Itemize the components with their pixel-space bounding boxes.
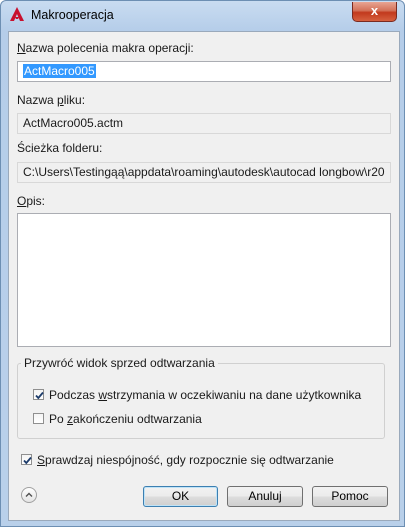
close-icon: x xyxy=(370,3,379,18)
file-name-value: ActMacro005.actm xyxy=(23,116,124,130)
file-name-field: ActMacro005.actm xyxy=(17,113,391,134)
title-bar[interactable]: Makrooperacja x xyxy=(1,1,404,31)
pause-restore-checkbox[interactable] xyxy=(33,389,44,400)
description-label: Opis: xyxy=(17,194,46,208)
command-name-label: Nazwa polecenia makra operacji: xyxy=(17,41,194,55)
cancel-button[interactable]: Anuluj xyxy=(227,486,303,507)
end-restore-checkbox[interactable] xyxy=(33,413,44,424)
check-inconsistency-label[interactable]: Sprawdzaj niespójność, gdy rozpocznie si… xyxy=(37,453,334,467)
autocad-logo-icon xyxy=(9,6,25,22)
pause-restore-label[interactable]: Podczas wstrzymania w oczekiwaniu na dan… xyxy=(49,388,361,402)
dialog-body: Nazwa polecenia makra operacji: ActMacro… xyxy=(8,31,400,521)
description-textarea[interactable] xyxy=(17,213,391,347)
ok-button[interactable]: OK xyxy=(143,486,218,507)
command-name-value: ActMacro005 xyxy=(23,64,96,78)
chevron-up-icon xyxy=(25,492,33,497)
end-restore-label[interactable]: Po zakończeniu odtwarzania xyxy=(49,412,202,426)
folder-path-value: C:\Users\Testingąą\appdata\roaming\autod… xyxy=(23,165,385,179)
restore-view-group-title: Przywróć widok sprzed odtwarzania xyxy=(21,356,218,370)
dialog-window: Makrooperacja x Nazwa polecenia makra op… xyxy=(0,0,405,527)
folder-path-label: Ścieżka folderu: xyxy=(17,141,103,155)
command-name-input[interactable]: ActMacro005 xyxy=(17,61,391,82)
checkmark-icon xyxy=(23,456,32,465)
checkmark-icon xyxy=(35,391,44,400)
window-title: Makrooperacja xyxy=(31,8,114,22)
close-button[interactable]: x xyxy=(352,2,397,22)
expand-button[interactable] xyxy=(21,487,37,503)
check-inconsistency-checkbox[interactable] xyxy=(21,454,32,465)
folder-path-field: C:\Users\Testingąą\appdata\roaming\autod… xyxy=(17,162,391,183)
file-name-label: Nazwa pliku: xyxy=(17,93,86,107)
help-button[interactable]: Pomoc xyxy=(312,486,388,507)
